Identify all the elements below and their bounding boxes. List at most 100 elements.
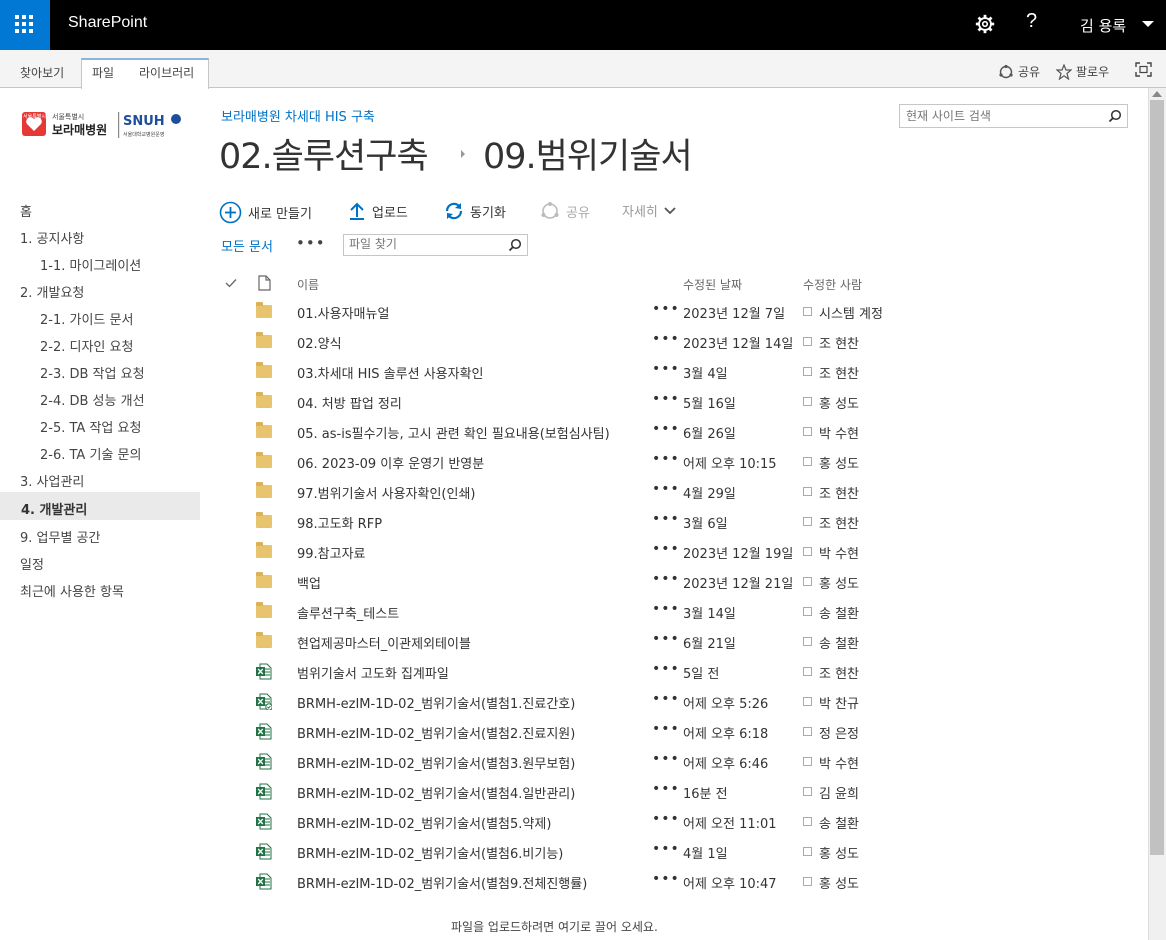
table-row[interactable]: 범위기술서 고도화 집계파일 ••• 5일 전 조 현찬: [220, 657, 920, 687]
file-name-link[interactable]: 05. as-is필수기능, 고시 관련 확인 필요내용(보험심사팀): [297, 423, 610, 442]
table-row[interactable]: BRMH-ezIM-1D-02_범위기술서(별첨1.진료간호) ••• 어제 오후 …: [220, 687, 920, 717]
nav-item-home[interactable]: 홈: [20, 201, 32, 220]
follow-site-button[interactable]: 팔로우: [1056, 63, 1109, 80]
modified-by-link[interactable]: 홍 성도: [819, 393, 859, 412]
row-more-actions[interactable]: •••: [652, 841, 680, 857]
row-more-actions[interactable]: •••: [652, 751, 680, 767]
file-name-link[interactable]: BRMH-ezIM-1D-02_범위기술서(별첨4.일반관리): [297, 783, 575, 802]
row-more-actions[interactable]: •••: [652, 661, 680, 677]
table-row[interactable]: 03.차세대 HIS 솔루션 사용자확인 ••• 3월 4일 조 현찬: [220, 357, 920, 387]
row-more-actions[interactable]: •••: [652, 631, 680, 647]
column-header-modified[interactable]: 수정된 날짜: [683, 276, 742, 293]
modified-by-link[interactable]: 시스템 계정: [819, 303, 883, 322]
modified-by-link[interactable]: 박 수현: [819, 423, 859, 442]
app-launcher-icon[interactable]: [0, 0, 50, 50]
site-search-box[interactable]: [899, 104, 1128, 128]
row-more-actions[interactable]: •••: [652, 871, 680, 887]
file-name-link[interactable]: BRMH-ezIM-1D-02_범위기술서(별첨2.진료지원): [297, 723, 575, 742]
modified-by-link[interactable]: 박 수현: [819, 753, 859, 772]
site-logo[interactable]: 서울특별시 서울특별시 보라매병원 SNUH 서울대학교병원운영: [22, 112, 182, 142]
nav-item-db-performance[interactable]: 2-4. DB 성능 개선: [40, 390, 145, 409]
table-row[interactable]: 99.참고자료 ••• 2023년 12월 19일 박 수현: [220, 537, 920, 567]
modified-by-link[interactable]: 홍 성도: [819, 873, 859, 892]
file-name-link[interactable]: 백업: [297, 573, 321, 592]
new-button[interactable]: 새로 만들기: [219, 201, 312, 224]
nav-item-db-work-request[interactable]: 2-3. DB 작업 요청: [40, 363, 145, 382]
modified-by-link[interactable]: 홍 성도: [819, 573, 859, 592]
view-all-documents[interactable]: 모든 문서: [221, 236, 273, 255]
view-more-ellipsis[interactable]: •••: [296, 234, 326, 252]
file-name-link[interactable]: 97.범위기술서 사용자확인(인쇄): [297, 483, 475, 502]
nav-item-notices[interactable]: 1. 공지사항: [20, 228, 84, 247]
file-name-link[interactable]: BRMH-ezIM-1D-02_범위기술서(별첨1.진료간호): [297, 693, 575, 712]
table-row[interactable]: 98.고도화 RFP ••• 3월 6일 조 현찬: [220, 507, 920, 537]
nav-item-migration[interactable]: 1-1. 마이그레이션: [40, 255, 141, 274]
modified-by-link[interactable]: 조 현찬: [819, 333, 859, 352]
table-row[interactable]: BRMH-ezIM-1D-02_범위기술서(별첨3.원무보험) ••• 어제 오후 …: [220, 747, 920, 777]
row-more-actions[interactable]: •••: [652, 571, 680, 587]
row-more-actions[interactable]: •••: [652, 511, 680, 527]
row-more-actions[interactable]: •••: [652, 601, 680, 617]
table-row[interactable]: BRMH-ezIM-1D-02_범위기술서(별첨2.진료지원) ••• 어제 오후 …: [220, 717, 920, 747]
breadcrumb-parent[interactable]: 02.솔루션구축: [219, 128, 429, 179]
file-name-link[interactable]: 03.차세대 HIS 솔루션 사용자확인: [297, 363, 484, 382]
column-header-modified-by[interactable]: 수정한 사람: [803, 276, 862, 293]
brand-link[interactable]: SharePoint: [68, 14, 147, 32]
table-row[interactable]: 현업제공마스터_이관제외테이블 ••• 6월 21일 송 철환: [220, 627, 920, 657]
table-row[interactable]: 97.범위기술서 사용자확인(인쇄) ••• 4월 29일 조 현찬: [220, 477, 920, 507]
table-row[interactable]: 솔루션구축_테스트 ••• 3월 14일 송 철환: [220, 597, 920, 627]
search-icon[interactable]: [1108, 109, 1122, 123]
file-name-link[interactable]: 범위기술서 고도화 집계파일: [297, 663, 449, 682]
ribbon-tab-library[interactable]: 라이브러리: [139, 64, 194, 81]
file-name-link[interactable]: 솔루션구축_테스트: [297, 603, 399, 622]
nav-item-recent[interactable]: 최근에 사용한 항목: [20, 581, 124, 600]
user-menu-caret-icon[interactable]: [1142, 21, 1154, 27]
row-more-actions[interactable]: •••: [652, 421, 680, 437]
file-name-link[interactable]: 99.참고자료: [297, 543, 366, 562]
site-title-link[interactable]: 보라매병원 차세대 HIS 구축: [221, 106, 375, 125]
nav-item-design-request[interactable]: 2-2. 디자인 요청: [40, 336, 133, 355]
table-row[interactable]: 06. 2023-09 이후 운영기 반영분 ••• 어제 오후 10:15 홍 성도: [220, 447, 920, 477]
nav-item-dev-mgmt[interactable]: 4. 개발관리: [21, 499, 87, 518]
file-name-link[interactable]: 현업제공마스터_이관제외테이블: [297, 633, 471, 652]
modified-by-link[interactable]: 김 윤희: [819, 783, 859, 802]
table-row[interactable]: BRMH-ezIM-1D-02_범위기술서(별첨9.전체진행률) ••• 어제 오후…: [220, 867, 920, 897]
modified-by-link[interactable]: 송 철환: [819, 813, 859, 832]
row-more-actions[interactable]: •••: [652, 781, 680, 797]
more-button[interactable]: 자세히: [622, 201, 676, 220]
file-name-link[interactable]: 01.사용자매뉴얼: [297, 303, 389, 322]
file-name-link[interactable]: BRMH-ezIM-1D-02_범위기술서(별첨3.원무보험): [297, 753, 575, 772]
modified-by-link[interactable]: 정 은정: [819, 723, 859, 742]
modified-by-link[interactable]: 박 수현: [819, 543, 859, 562]
file-name-link[interactable]: 04. 처방 팝업 정리: [297, 393, 402, 412]
ribbon-tab-browse[interactable]: 찾아보기: [20, 64, 64, 81]
file-search-box[interactable]: [343, 234, 528, 256]
file-name-link[interactable]: 06. 2023-09 이후 운영기 반영분: [297, 453, 484, 472]
modified-by-link[interactable]: 조 현찬: [819, 513, 859, 532]
table-row[interactable]: BRMH-ezIM-1D-02_범위기술서(별첨4.일반관리) ••• 16분 전 김…: [220, 777, 920, 807]
table-row[interactable]: 04. 처방 팝업 정리 ••• 5월 16일 홍 성도: [220, 387, 920, 417]
nav-item-project-mgmt[interactable]: 3. 사업관리: [20, 471, 84, 490]
search-icon[interactable]: [508, 238, 522, 252]
scroll-up-arrow-icon[interactable]: [1152, 91, 1162, 97]
upload-button[interactable]: 업로드: [348, 201, 408, 221]
row-more-actions[interactable]: •••: [652, 811, 680, 827]
row-more-actions[interactable]: •••: [652, 331, 680, 347]
modified-by-link[interactable]: 박 찬규: [819, 693, 859, 712]
row-more-actions[interactable]: •••: [652, 691, 680, 707]
nav-item-dev-request[interactable]: 2. 개발요청: [20, 282, 84, 301]
file-search-input[interactable]: [344, 235, 499, 253]
focus-mode-icon[interactable]: [1135, 62, 1152, 77]
table-row[interactable]: 01.사용자매뉴얼 ••• 2023년 12월 7일 시스템 계정: [220, 297, 920, 327]
user-menu-name[interactable]: 김 용록: [1080, 15, 1126, 36]
row-more-actions[interactable]: •••: [652, 721, 680, 737]
modified-by-link[interactable]: 조 현찬: [819, 363, 859, 382]
table-row[interactable]: 05. as-is필수기능, 고시 관련 확인 필요내용(보험심사팀) ••• 6월…: [220, 417, 920, 447]
table-row[interactable]: 02.양식 ••• 2023년 12월 14일 조 현찬: [220, 327, 920, 357]
sync-button[interactable]: 동기화: [444, 201, 506, 221]
settings-gear-icon[interactable]: [974, 13, 996, 35]
ribbon-tab-files[interactable]: 파일: [92, 64, 114, 81]
nav-item-calendar[interactable]: 일정: [20, 554, 44, 573]
modified-by-link[interactable]: 홍 성도: [819, 843, 859, 862]
column-header-name[interactable]: 이름: [297, 276, 319, 293]
